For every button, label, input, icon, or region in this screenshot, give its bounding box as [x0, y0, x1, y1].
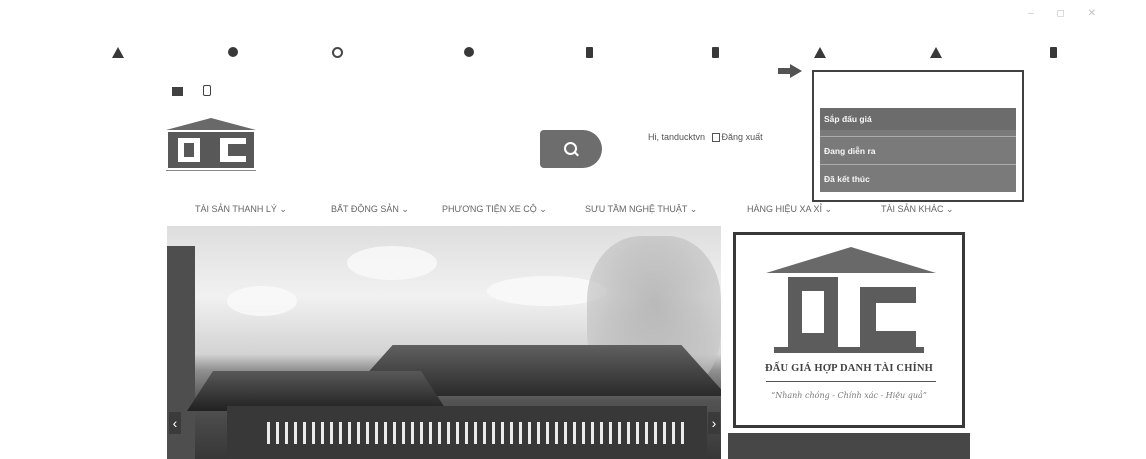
auction-dropdown-menu: Sắp đấu giá Đang diễn ra Đã kết thúc — [812, 70, 1024, 202]
menu-item-ongoing[interactable]: Đang diễn ra — [820, 140, 1016, 162]
bookmark-item[interactable] — [1050, 47, 1061, 58]
bookmark-item[interactable] — [814, 47, 830, 58]
globe-icon — [464, 47, 474, 57]
drive-icon — [814, 47, 826, 58]
nav-item-other[interactable]: TÀI SẢN KHÁC ⌄ — [881, 204, 954, 215]
search-icon — [564, 142, 577, 155]
window-controls[interactable]: – ◻ ✕ — [1028, 8, 1106, 19]
site-logo[interactable] — [166, 118, 256, 180]
bookmark-item[interactable] — [228, 47, 242, 57]
phone-icon — [203, 85, 211, 97]
logo-letters — [168, 132, 254, 168]
search-button[interactable] — [540, 130, 602, 168]
hero-banner-image[interactable] — [167, 226, 721, 459]
slider-next-button[interactable]: › — [708, 412, 720, 434]
dropdown-panel: Sắp đấu giá Đang diễn ra Đã kết thúc — [820, 108, 1016, 192]
ad-slogan: “Nhanh chóng - Chính xác - Hiệu quả” — [771, 391, 927, 400]
logo-roof — [166, 118, 256, 130]
account-area: Hi, tanducktvn Đăng xuất — [648, 132, 763, 148]
nav-item-art[interactable]: SƯU TẦM NGHỆ THUẬT ⌄ — [585, 204, 697, 215]
ad-logo-c — [860, 287, 916, 347]
logo-subtitle — [166, 170, 256, 172]
menu-item-upcoming[interactable]: Sắp đấu giá — [820, 108, 1016, 130]
location-icon — [112, 47, 124, 58]
logout-link[interactable]: Đăng xuất — [722, 132, 763, 142]
nav-item-liquidation[interactable]: TÀI SẢN THANH LÝ ⌄ — [195, 204, 287, 215]
envelope-icon — [172, 86, 183, 96]
bookmark-item[interactable] — [332, 47, 347, 58]
menu-item-ended[interactable]: Đã kết thúc — [820, 168, 1016, 190]
bookmark-item[interactable] — [712, 47, 723, 58]
main-nav: TÀI SẢN THANH LÝ ⌄ BẤT ĐỘNG SẢN ⌄ PHƯƠNG… — [195, 204, 955, 218]
nav-item-real-estate[interactable]: BẤT ĐỘNG SẢN ⌄ — [331, 204, 409, 215]
logout-icon — [711, 133, 720, 143]
ad-logo-o — [788, 277, 838, 347]
greeting-text: Hi, tanducktvn — [648, 132, 706, 142]
location-icon — [228, 47, 238, 57]
hotline-contact[interactable] — [203, 85, 215, 97]
pointer-arrow-icon — [778, 64, 802, 78]
bookmark-icon — [586, 47, 593, 58]
email-contact[interactable] — [172, 86, 187, 96]
company-ad-banner[interactable]: ĐẤU GIÁ HỢP DANH TÀI CHÍNH “Nhanh chóng … — [733, 232, 965, 428]
bookmark-icon — [1050, 47, 1057, 58]
nav-item-luxury[interactable]: HÀNG HIỆU XA XỈ ⌄ — [747, 204, 832, 215]
contact-bar — [172, 85, 215, 97]
nav-item-vehicles[interactable]: PHƯƠNG TIỆN XE CỘ ⌄ — [442, 204, 547, 215]
ad-bottom-band — [728, 433, 970, 459]
bookmark-item[interactable] — [930, 47, 946, 58]
ad-logo-roof — [766, 247, 936, 273]
google-icon — [332, 47, 343, 58]
drive-icon — [930, 47, 942, 58]
browser-top-bar: – ◻ ✕ — [0, 6, 1146, 22]
bookmark-item[interactable] — [586, 47, 597, 58]
ad-title: ĐẤU GIÁ HỢP DANH TÀI CHÍNH — [764, 363, 934, 374]
bookmarks-bar — [0, 44, 1146, 66]
bookmark-item[interactable] — [464, 47, 478, 57]
slider-prev-button[interactable]: ‹ — [169, 412, 181, 434]
bookmark-item[interactable] — [112, 47, 128, 58]
document-icon — [712, 47, 719, 58]
